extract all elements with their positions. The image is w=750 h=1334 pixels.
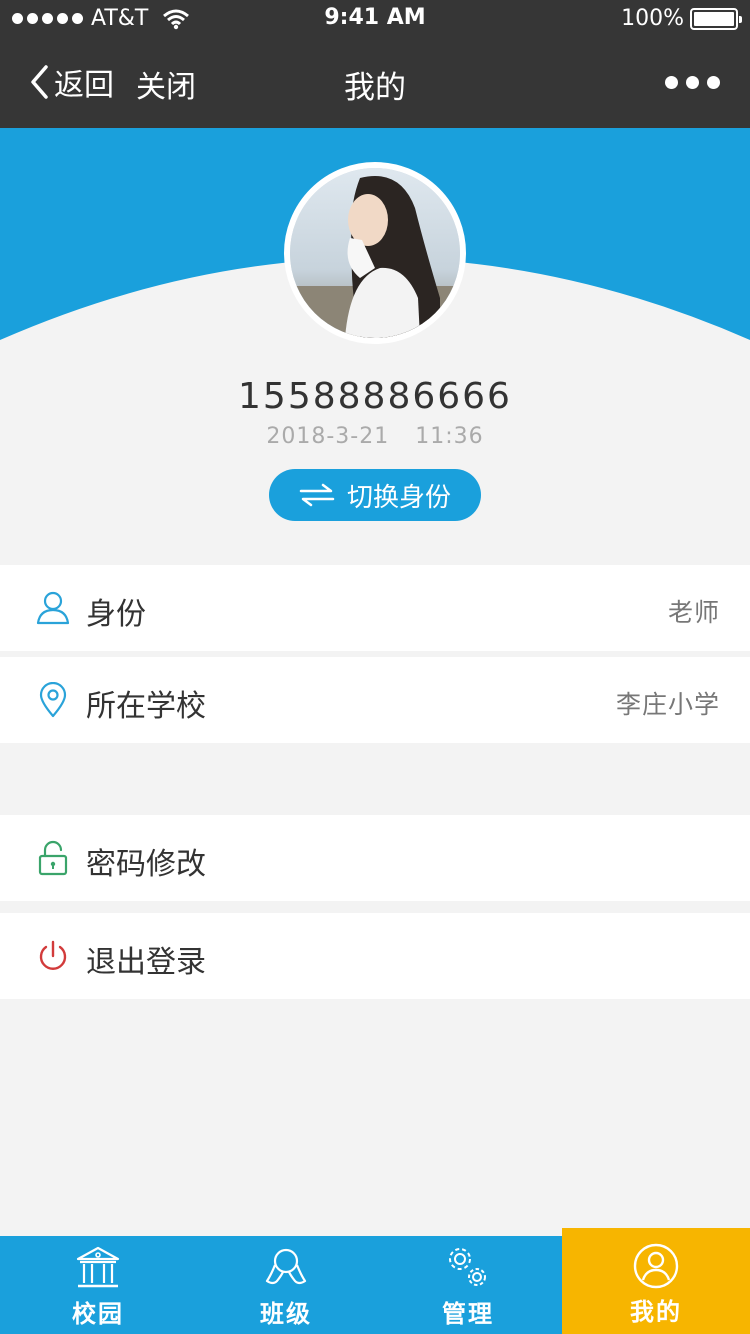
user-circle-icon [633,1243,679,1289]
login-time: 2018-3-21 11:36 [266,424,484,449]
close-button[interactable]: 关闭 [136,62,196,106]
status-bar: AT&T 9:41 AM 100% [0,0,750,40]
avatar[interactable] [284,162,466,344]
battery-icon [690,7,742,30]
identity-label: 身份 [86,597,146,632]
power-icon [39,940,67,970]
tab-manage[interactable]: 管理 [374,1236,562,1334]
phone-number: 15588886666 [238,376,512,417]
location-pin-icon [39,682,67,718]
change-password-row[interactable]: 密码修改 [0,815,750,901]
class-icon [265,1248,307,1285]
nav-bar: 返回 关闭 我的 [0,40,750,128]
campus-icon [76,1246,120,1288]
tab-bar: 校园 班级 管理 我的 [0,1228,750,1334]
tab-mine-label: 我的 [630,1298,682,1326]
identity-value: 老师 [667,598,720,627]
back-label: 返回 [54,68,114,103]
tab-class[interactable]: 班级 [192,1236,380,1334]
back-button[interactable]: 返回 [28,60,114,104]
gears-icon [449,1248,486,1286]
battery-fill [694,11,734,26]
tab-class-label: 班级 [260,1300,312,1328]
tab-campus-label: 校园 [72,1300,124,1328]
identity-row[interactable]: 身份 老师 [0,565,750,651]
switch-identity-label: 切换身份 [346,482,451,513]
avatar-photo [290,168,460,338]
tab-campus[interactable]: 校园 [4,1236,192,1334]
lock-icon [38,840,68,876]
swap-arrows-icon [299,483,335,507]
tab-mine[interactable]: 我的 [562,1228,750,1334]
school-label: 所在学校 [86,689,206,724]
school-row[interactable]: 所在学校 李庄小学 [0,657,750,743]
switch-identity-button[interactable]: 切换身份 [269,469,481,521]
person-icon [36,591,70,625]
tab-manage-label: 管理 [442,1300,494,1328]
more-options-icon[interactable] [665,76,720,89]
school-value: 李庄小学 [615,690,720,719]
logout-label: 退出登录 [86,945,206,980]
chevron-left-icon [31,65,48,99]
logout-row[interactable]: 退出登录 [0,913,750,999]
change-password-label: 密码修改 [86,847,206,882]
status-right: 100% [621,6,742,31]
battery-percent: 100% [621,6,684,31]
